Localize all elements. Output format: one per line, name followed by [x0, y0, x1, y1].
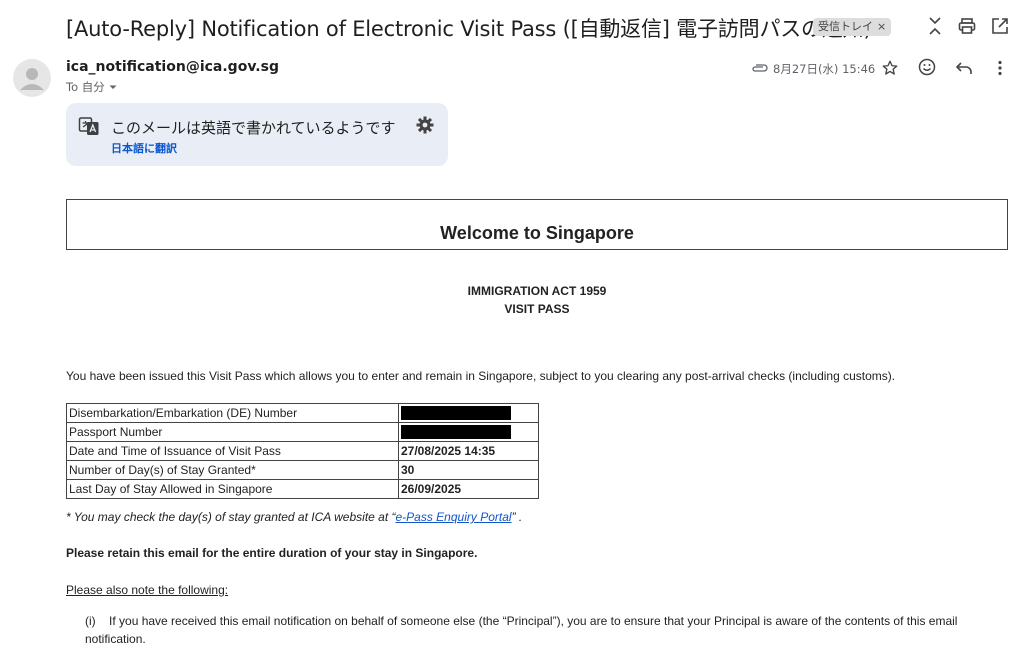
table-cell-value: 27/08/2025 14:35: [398, 441, 539, 461]
label-chip-text: 受信トレイ: [818, 20, 873, 33]
epass-enquiry-link[interactable]: e-Pass Enquiry Portal: [396, 510, 512, 524]
table-cell-value: [398, 422, 539, 442]
attachment-icon: [749, 57, 771, 79]
retain-notice: Please retain this email for the entire …: [66, 546, 478, 560]
gear-icon[interactable]: [415, 115, 435, 140]
chevron-down-icon: [109, 85, 117, 89]
translate-message: このメールは英語で書かれているようです: [111, 119, 396, 137]
note-suffix: ” .: [511, 510, 523, 524]
redaction-bar: [401, 406, 511, 421]
stay-note: * You may check the day(s) of stay grant…: [66, 510, 522, 524]
item-marker: (i): [85, 614, 96, 628]
also-note-heading: Please also note the following:: [66, 583, 229, 597]
inbox-label-chip[interactable]: 受信トレイ ×: [813, 18, 892, 36]
item-text: If you have received this email notifica…: [85, 614, 958, 646]
email-subject: [Auto-Reply] Notification of Electronic …: [66, 17, 872, 41]
open-in-new-window-icon[interactable]: [988, 14, 1012, 38]
to-label: To 自分: [66, 80, 105, 94]
table-cell-label: Disembarkation/Embarkation (DE) Number: [66, 403, 399, 423]
more-icon[interactable]: [989, 57, 1011, 79]
star-icon[interactable]: [879, 57, 901, 79]
table-row: Number of Day(s) of Stay Granted* 30: [66, 460, 539, 480]
person-icon: [20, 68, 44, 90]
expand-collapse-icon[interactable]: [923, 14, 947, 38]
table-cell-label: Last Day of Stay Allowed in Singapore: [66, 479, 399, 499]
intro-paragraph: You have been issued this Visit Pass whi…: [66, 369, 896, 383]
table-row: Date and Time of Issuance of Visit Pass …: [66, 441, 539, 461]
table-cell-label: Date and Time of Issuance of Visit Pass: [66, 441, 399, 461]
note-item: (i) If you have received this email noti…: [85, 612, 990, 648]
translate-banner: このメールは英語で書かれているようです 日本語に翻訳: [66, 103, 448, 166]
table-row: Disembarkation/Embarkation (DE) Number: [66, 403, 539, 423]
print-icon[interactable]: [955, 14, 979, 38]
recipient-details[interactable]: To 自分: [66, 79, 118, 95]
reply-icon[interactable]: [953, 57, 975, 79]
sender-email[interactable]: ica_notification@ica.gov.sg: [66, 59, 279, 75]
visit-pass-table: Disembarkation/Embarkation (DE) Number P…: [66, 403, 539, 499]
email-date: 8月27日(水) 15:46: [773, 62, 876, 76]
act-title: IMMIGRATION ACT 1959: [467, 284, 607, 298]
welcome-heading: Welcome to Singapore: [440, 223, 634, 243]
translate-link[interactable]: 日本語に翻訳: [111, 140, 177, 156]
note-prefix: * You may check the day(s) of stay grant…: [66, 510, 396, 524]
table-cell-value: 30: [398, 460, 539, 480]
translate-icon: [78, 115, 100, 142]
remove-label-button[interactable]: ×: [877, 20, 886, 33]
emoji-icon[interactable]: [916, 56, 938, 78]
table-row: Passport Number: [66, 422, 539, 442]
pass-title: VISIT PASS: [504, 302, 570, 316]
table-cell-value: 26/09/2025: [398, 479, 539, 499]
table-cell-label: Passport Number: [66, 422, 399, 442]
table-cell-value: [398, 403, 539, 423]
table-cell-label: Number of Day(s) of Stay Granted*: [66, 460, 399, 480]
table-row: Last Day of Stay Allowed in Singapore 26…: [66, 479, 539, 499]
redaction-bar: [401, 425, 511, 440]
welcome-banner: Welcome to Singapore: [66, 199, 1008, 250]
avatar[interactable]: [13, 59, 51, 97]
